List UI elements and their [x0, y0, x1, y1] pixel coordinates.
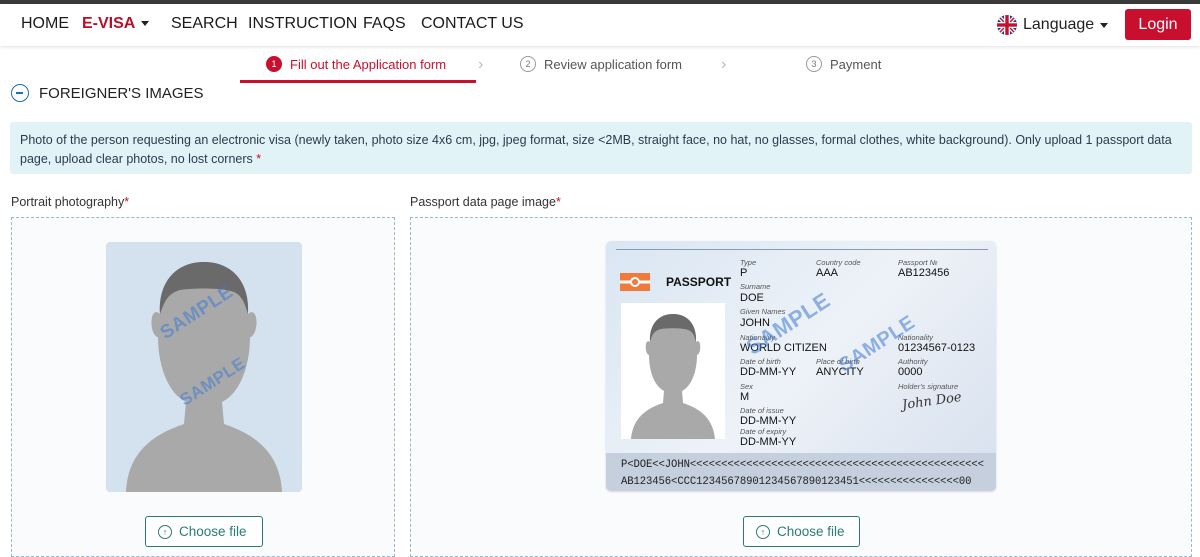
portrait-label: Portrait photography*	[11, 195, 129, 209]
passport-field-label: Passport №	[898, 258, 938, 267]
passport-label-text: Passport data page image	[410, 195, 556, 209]
portrait-choose-file-button[interactable]: ↑ Choose file	[145, 516, 263, 547]
emblem-icon	[620, 273, 650, 291]
portrait-upload-area[interactable]: SAMPLE SAMPLE ↑ Choose file	[11, 217, 395, 557]
passport-field-label: Surname	[740, 282, 771, 291]
passport-sample-image: PASSPORT Type P Country code AAA Passpor…	[606, 241, 996, 491]
upload-icon: ↑	[756, 524, 770, 539]
passport-field-value: DD-MM-YY	[740, 436, 797, 448]
portrait-sample-image: SAMPLE SAMPLE	[106, 242, 302, 492]
step-label: Payment	[830, 56, 882, 72]
nav-instruction[interactable]: INSTRUCTION	[248, 15, 357, 33]
choose-file-label: Choose file	[179, 524, 247, 539]
section-header[interactable]: FOREIGNER'S IMAGES	[11, 84, 204, 102]
mrz-line-1: P<DOE<<JOHN<<<<<<<<<<<<<<<<<<<<<<<<<<<<<…	[621, 459, 984, 471]
passport-field-value: AB123456	[898, 267, 950, 279]
signature: John Doe	[901, 389, 963, 414]
language-selector[interactable]: Language	[997, 13, 1109, 37]
passport-choose-file-button[interactable]: ↑ Choose file	[743, 516, 860, 547]
passport-field-label: Country code	[816, 258, 861, 267]
upload-icon: ↑	[158, 524, 172, 539]
notice-text: Photo of the person requesting an electr…	[20, 133, 1172, 166]
passport-field-label: Date of issue	[740, 406, 784, 415]
nav-contact[interactable]: CONTACT US	[421, 15, 524, 33]
caret-down-icon	[1100, 22, 1109, 28]
person-silhouette-icon	[631, 314, 715, 439]
passport-field-value: DOE	[740, 292, 764, 304]
passport-field-value: DD-MM-YY	[740, 415, 797, 427]
nav-search[interactable]: SEARCH	[171, 15, 238, 33]
passport-photo	[621, 303, 725, 439]
nav-evisa-label: E-VISA	[82, 15, 136, 32]
person-silhouette-icon	[126, 262, 282, 492]
required-mark: *	[124, 195, 130, 209]
passport-field-label: Holder's signature	[898, 382, 959, 391]
passport-field-label: Authority	[898, 357, 928, 366]
passport-field-value: 0000	[898, 366, 923, 378]
passport-label: Passport data page image*	[410, 195, 561, 209]
section-title: FOREIGNER'S IMAGES	[39, 84, 204, 102]
step-fill-form[interactable]: 1 Fill out the Application form	[266, 56, 446, 72]
required-mark: *	[555, 195, 561, 209]
step-label: Review application form	[544, 56, 683, 72]
active-step-indicator	[240, 80, 476, 83]
step-payment[interactable]: 3 Payment	[806, 56, 881, 72]
step-number: 3	[806, 56, 822, 72]
step-number: 2	[520, 56, 536, 72]
upload-instructions: Photo of the person requesting an electr…	[10, 122, 1192, 174]
passport-field-label: Type	[740, 258, 757, 267]
passport-header: PASSPORT	[666, 275, 732, 289]
nav-evisa[interactable]: E-VISA	[82, 15, 150, 33]
uk-flag-icon	[997, 15, 1017, 35]
choose-file-label: Choose file	[777, 524, 845, 539]
divider	[616, 249, 988, 250]
passport-field-label: Date of birth	[740, 357, 781, 366]
nav-faqs[interactable]: FAQS	[363, 15, 406, 33]
passport-field-value: P	[740, 267, 748, 279]
collapse-icon[interactable]	[11, 84, 29, 102]
login-button[interactable]: Login	[1125, 9, 1191, 40]
caret-down-icon	[141, 21, 150, 27]
passport-field-label: Date of expiry	[740, 427, 787, 436]
language-label: Language	[1023, 16, 1095, 33]
step-number: 1	[266, 56, 282, 72]
chevron-right-icon: ›	[721, 56, 727, 73]
mrz-line-2: AB123456<CCC12345678901234567890123451<<…	[621, 476, 972, 488]
step-label: Fill out the Application form	[290, 56, 447, 72]
progress-steps: 1 Fill out the Application form › 2 Revi…	[0, 47, 1200, 83]
passport-field-value: 01234567-0123	[898, 342, 976, 354]
passport-field-value: AAA	[816, 267, 839, 279]
chevron-right-icon: ›	[478, 56, 484, 73]
required-mark: *	[256, 152, 262, 166]
step-review[interactable]: 2 Review application form	[520, 56, 682, 72]
main-navigation: HOME E-VISA SEARCH INSTRUCTION FAQS CONT…	[0, 4, 1200, 46]
passport-field-label: Sex	[740, 382, 753, 391]
passport-field-value: DD-MM-YY	[740, 366, 797, 378]
passport-field-value: M	[740, 391, 750, 403]
nav-home[interactable]: HOME	[21, 15, 69, 33]
portrait-label-text: Portrait photography	[11, 195, 125, 209]
